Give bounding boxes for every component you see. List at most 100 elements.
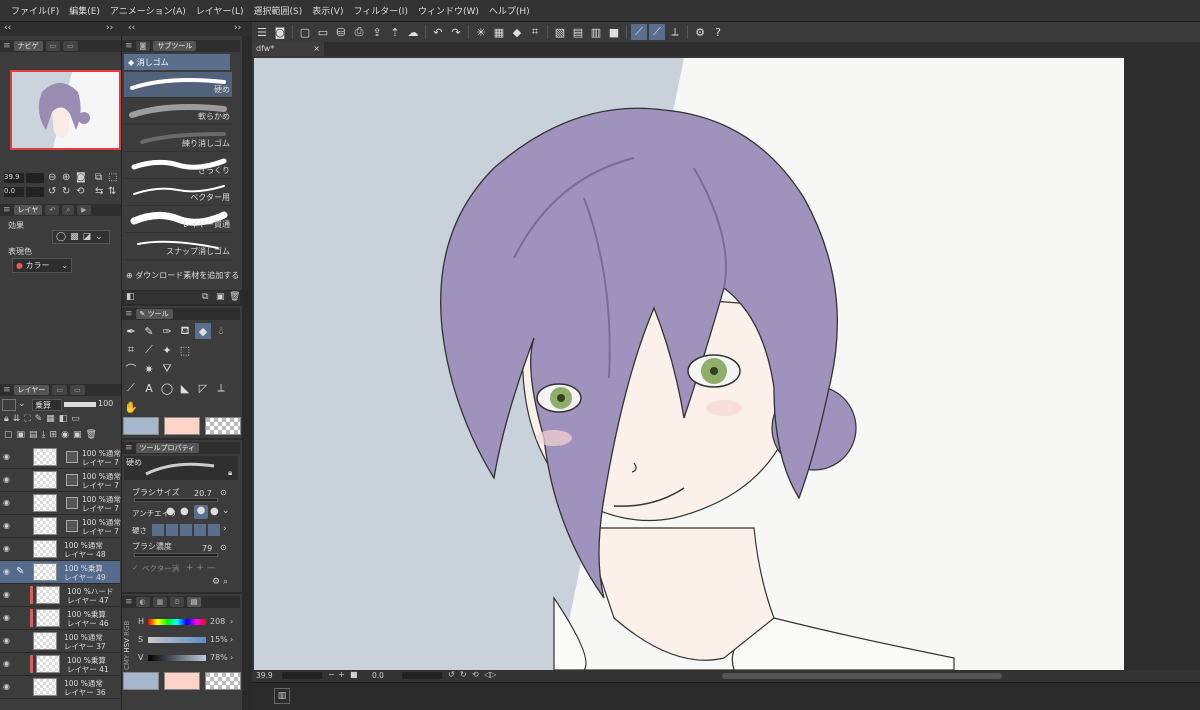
subtool-item-through-layer[interactable]: レイヤー貫通 (124, 207, 232, 233)
expression-color-select[interactable]: ● カラー ⌄ (12, 258, 72, 273)
opacity-value[interactable]: 100 (98, 399, 113, 408)
studio-icon[interactable]: ◙ (272, 24, 288, 40)
close-icon[interactable]: × (313, 44, 320, 53)
layer-mode-icon[interactable] (2, 399, 16, 411)
airbrush-tool-icon[interactable]: ⛾ (177, 323, 193, 339)
canvas-angle-slider[interactable] (402, 672, 442, 679)
nav-angle-slider[interactable] (26, 187, 44, 197)
ref-layer-icon[interactable]: ⛶ (24, 414, 30, 428)
menu-window[interactable]: ウィンドウ(W) (413, 4, 484, 17)
nav-zoom-slider[interactable] (26, 173, 44, 183)
visibility-eye-icon[interactable]: ◉ (3, 544, 12, 553)
nav-angle-field[interactable]: 0.0 (4, 187, 24, 197)
subtool-item-hard[interactable]: 硬め (124, 72, 232, 98)
undo-icon[interactable]: ↶ (430, 24, 446, 40)
pressure-icon[interactable]: ⊙ (220, 543, 227, 552)
share-icon[interactable]: ⇡ (387, 24, 403, 40)
help-icon[interactable]: ? (710, 24, 726, 40)
ruler-tool-icon[interactable]: ◸ (195, 380, 211, 396)
tab-tool[interactable]: ✎ ツール (135, 309, 173, 319)
fit-window-icon[interactable]: ⧉ (95, 172, 102, 183)
sparkle-tool-icon[interactable]: ✦ (159, 342, 175, 358)
export-icon[interactable]: ⎙ (351, 24, 367, 40)
layer-row[interactable]: ◉ 100 %通常 レイヤー 7 (0, 515, 121, 538)
lock-transparent-icon[interactable]: ▦ (46, 414, 55, 428)
subtool-settings-icon[interactable]: ◧ (126, 292, 135, 302)
draft-icon[interactable]: ✎ (35, 414, 43, 428)
zoom-out-icon[interactable]: ⊖ (48, 172, 56, 183)
main-color-swatch[interactable] (123, 417, 159, 435)
transform-icon[interactable]: ▧ (552, 24, 568, 40)
hardness-selector[interactable] (152, 524, 220, 536)
antialias-strong-icon[interactable]: ● (210, 506, 219, 517)
cloud-icon[interactable]: ☁ (405, 24, 421, 40)
delete-layer-icon[interactable]: 🗑︎ (85, 430, 96, 444)
border-effect-icon[interactable]: ◯ (56, 232, 66, 242)
visibility-eye-icon[interactable]: ◉ (3, 682, 12, 691)
brush-density-slider[interactable] (134, 553, 218, 557)
transparent-color-swatch[interactable] (205, 672, 241, 690)
blend-tool-icon[interactable]: 💧︎ (213, 323, 229, 339)
menu-filter[interactable]: フィルター(I) (348, 4, 413, 17)
tab-auto-action[interactable]: ▶ (77, 205, 91, 215)
color-mode-hsv[interactable]: HSV (123, 638, 131, 653)
menu-animation[interactable]: アニメーション(A) (105, 4, 191, 17)
brush-size-value[interactable]: 20.7 (194, 489, 212, 498)
layer-row[interactable]: ◉ 100 %通常 レイヤー 37 (0, 630, 120, 653)
visibility-eye-icon[interactable]: ◉ (3, 498, 12, 507)
tab-search[interactable]: ⌕ (62, 205, 75, 215)
flip-v-icon[interactable]: ⇅ (108, 186, 116, 197)
color-mode-rgb[interactable]: RGB (123, 621, 131, 636)
clear-icon[interactable]: ✳ (473, 24, 489, 40)
chevron-right-icon[interactable]: › (230, 635, 233, 644)
mask-apply-icon[interactable]: ▣ (73, 430, 82, 444)
snap-icon[interactable]: ■ (606, 24, 622, 40)
chevron-right-icon[interactable]: › (230, 617, 233, 626)
menu-file[interactable]: ファイル(F) (6, 4, 64, 17)
saturation-slider[interactable] (148, 637, 206, 643)
antialias-weak-icon[interactable]: ● (180, 506, 189, 517)
hand-tool-icon[interactable]: ✋ (123, 399, 139, 415)
open-icon[interactable]: ▭ (315, 24, 331, 40)
visibility-eye-icon[interactable]: ◉ (3, 452, 12, 461)
subtool-item-vector[interactable]: ベクター用 (124, 180, 232, 206)
subtool-item-soft[interactable]: 軟らかめ (124, 99, 232, 125)
subtool-item-kneaded[interactable]: 練り消しゴム (124, 126, 232, 152)
ruler-icon[interactable]: ▥ (588, 24, 604, 40)
color-mode-cmy[interactable]: CMY (123, 655, 131, 670)
fit-icon[interactable]: ■ (350, 670, 358, 679)
eraser-tool-icon[interactable]: ◆ (195, 323, 211, 339)
actual-size-icon[interactable]: ⬚ (108, 172, 117, 183)
brush-density-value[interactable]: 79 (202, 544, 212, 553)
pressure-icon[interactable]: ⊙ (220, 488, 227, 497)
reset-rotation-icon[interactable]: ⟲ (76, 186, 84, 197)
layer-color-icon[interactable]: ◪ (83, 232, 92, 242)
collapse-left-icon[interactable]: ‹‹ (128, 23, 135, 33)
zoom-in-icon[interactable]: ⊕ (62, 172, 70, 183)
new-vector-layer-icon[interactable]: ▣ (17, 430, 26, 444)
menu-layer[interactable]: レイヤー(L) (191, 4, 249, 17)
collapse-left-icon[interactable]: ‹‹ (4, 23, 11, 33)
value-slider[interactable] (148, 655, 206, 661)
opacity-slider[interactable] (64, 402, 96, 407)
tab-color-wheel[interactable]: ◐ (135, 597, 150, 607)
copy-subtool-icon[interactable]: ⧉ (202, 292, 208, 302)
layer-row[interactable]: ◉ 100 %通常 レイヤー 7 (0, 446, 121, 469)
correct-line-tool-icon[interactable]: ⟂ (213, 380, 229, 396)
tab-layer-property[interactable]: レイヤ (13, 205, 43, 215)
clip-icon[interactable]: ⇊ (13, 414, 21, 428)
tab-history[interactable]: ↶ (45, 205, 60, 215)
tab-sub-view[interactable]: ▭ (45, 41, 61, 51)
panel-scrollbar[interactable] (242, 36, 252, 710)
antialias-none-icon[interactable]: ● (166, 506, 175, 517)
grid-tool-icon[interactable]: ⌗ (123, 342, 139, 358)
flip-h-icon[interactable]: ⇆ (95, 186, 103, 197)
visibility-eye-icon[interactable]: ◉ (3, 613, 12, 622)
visibility-eye-icon[interactable]: ◉ (3, 659, 12, 668)
canvas-tab[interactable]: dfw* × (252, 42, 324, 56)
clear-outside-icon[interactable]: ▦ (491, 24, 507, 40)
auto-select-tool-icon[interactable]: ✷ (141, 361, 157, 377)
tab-info[interactable]: ▭ (63, 41, 78, 51)
transfer-down-icon[interactable]: ⤓ (42, 430, 46, 444)
chevron-down-icon[interactable]: ⌄ (95, 232, 103, 242)
